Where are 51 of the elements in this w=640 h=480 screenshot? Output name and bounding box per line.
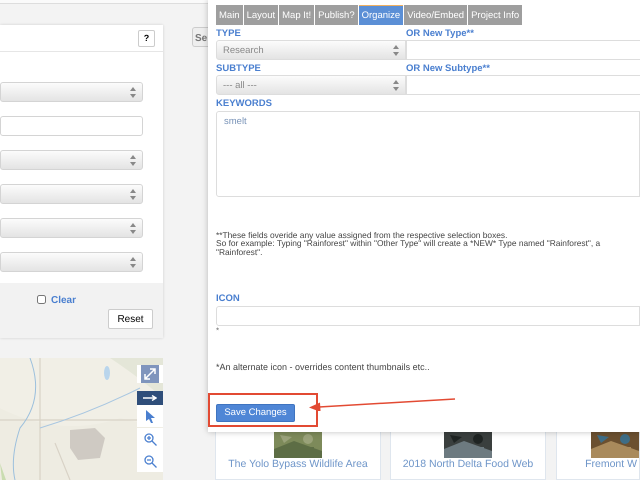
dropdown[interactable] bbox=[0, 252, 143, 272]
zoom-in-icon[interactable] bbox=[144, 432, 156, 446]
tab[interactable]: Map It! bbox=[279, 5, 314, 25]
field-label: TYPE bbox=[216, 28, 242, 40]
card-title[interactable]: Fremont W bbox=[585, 458, 637, 471]
reset-button[interactable]: Reset bbox=[108, 309, 153, 329]
clear-link[interactable]: Clear bbox=[51, 293, 76, 308]
input-field[interactable] bbox=[0, 116, 143, 136]
tab[interactable]: Video/Embed bbox=[404, 5, 468, 25]
pointer-icon[interactable] bbox=[146, 410, 154, 422]
field-label: SUBTYPE bbox=[216, 63, 262, 75]
tab[interactable]: Main bbox=[216, 5, 243, 25]
dropdown[interactable] bbox=[0, 218, 143, 238]
expand-icon[interactable] bbox=[141, 365, 159, 383]
note-text: "Rainforest". bbox=[216, 248, 262, 256]
dropdown[interactable] bbox=[0, 184, 143, 204]
tab[interactable]: Organize bbox=[358, 5, 404, 25]
dropdown[interactable]: Research bbox=[216, 40, 406, 60]
note-text: So for example: Typing "Rainforest" within "Other Type" will create a *NEW* Type named "Rainforest", a bbox=[216, 239, 602, 248]
field-label: ICON bbox=[216, 292, 241, 305]
field-label: OR New Subtype** bbox=[406, 63, 491, 75]
arrow-icon[interactable] bbox=[143, 395, 157, 401]
caret-icon bbox=[393, 45, 399, 56]
note-text: *An alternate icon - overrides content thumbnails etc.. bbox=[216, 360, 431, 374]
dropdown[interactable] bbox=[0, 82, 143, 102]
caret-icon bbox=[393, 80, 399, 91]
tab[interactable]: Se bbox=[192, 27, 208, 47]
caret-icon bbox=[130, 87, 136, 98]
note-text: **These fields overide any value assigned from the respective selection boxes. bbox=[216, 231, 508, 240]
asterisk: * bbox=[216, 326, 220, 335]
tab[interactable]: Publish? bbox=[315, 5, 358, 25]
tab[interactable]: Layout bbox=[244, 5, 278, 25]
field-label: KEYWORDS bbox=[216, 98, 273, 110]
input-field[interactable] bbox=[406, 75, 640, 95]
caret-icon bbox=[130, 223, 136, 234]
save-button[interactable]: Save Changes bbox=[216, 404, 295, 422]
field-label: OR New Type** bbox=[406, 28, 475, 40]
caret-icon bbox=[130, 257, 136, 268]
caret-icon bbox=[130, 155, 136, 166]
icon-field[interactable] bbox=[216, 306, 640, 326]
zoom-out-icon[interactable] bbox=[144, 454, 156, 468]
input-field[interactable] bbox=[406, 40, 640, 60]
help-button[interactable]: ? bbox=[138, 30, 155, 46]
keywords-field[interactable]: smelt bbox=[216, 111, 640, 197]
checkbox[interactable] bbox=[37, 295, 46, 304]
tab[interactable]: Project Info bbox=[468, 5, 522, 25]
card-title[interactable]: The Yolo Bypass Wildlife Area bbox=[228, 458, 368, 471]
card-title[interactable]: 2018 North Delta Food Web bbox=[402, 458, 534, 471]
dropdown[interactable] bbox=[0, 150, 143, 170]
caret-icon bbox=[130, 189, 136, 200]
dropdown[interactable]: --- all --- bbox=[216, 75, 406, 95]
